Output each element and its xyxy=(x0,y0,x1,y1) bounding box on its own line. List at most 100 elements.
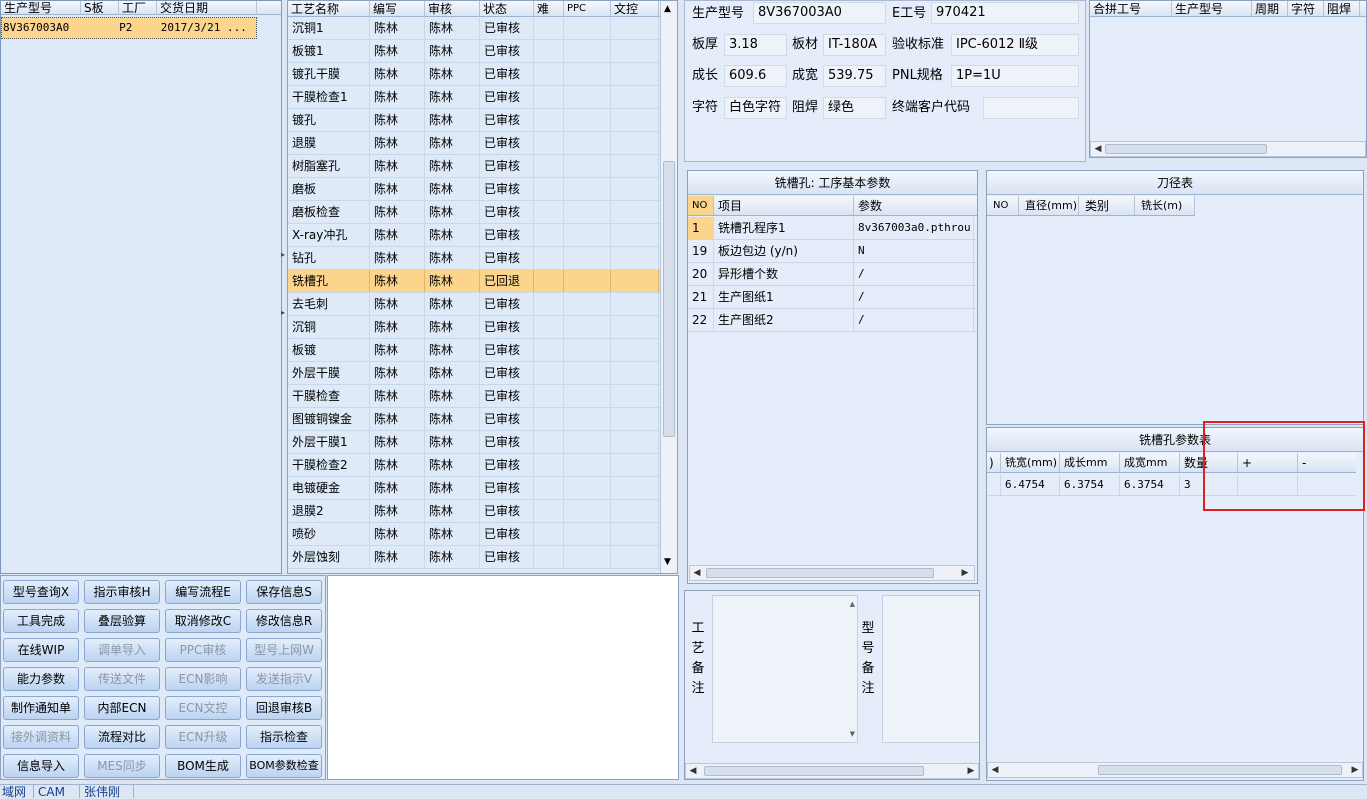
col-header-status[interactable]: 状态 xyxy=(480,1,534,17)
merge-table-hscroll[interactable]: ◀ xyxy=(1090,141,1366,157)
action-button[interactable]: 能力参数 xyxy=(3,667,79,691)
col-header-model[interactable]: 生产型号 xyxy=(1172,1,1252,17)
col-header-type[interactable]: 类别 xyxy=(1079,196,1135,215)
process-row[interactable]: 电镀硬金 陈林 陈林 已审核 xyxy=(288,477,660,500)
action-button[interactable]: ECN文控 xyxy=(165,696,241,720)
action-button[interactable]: 接外调资料 xyxy=(3,725,79,749)
param-row[interactable]: 20 异形槽个数 / xyxy=(688,263,977,286)
action-button[interactable]: 调单导入 xyxy=(84,638,160,662)
col-header-length[interactable]: 成长mm xyxy=(1060,453,1120,472)
process-row[interactable]: 铣槽孔 陈林 陈林 已回退 xyxy=(288,270,660,293)
col-header-no[interactable]: NO xyxy=(688,196,714,215)
col-header-difficulty[interactable]: 难 xyxy=(534,1,564,17)
process-row[interactable]: 喷砂 陈林 陈林 已审核 xyxy=(288,523,660,546)
scroll-left-icon[interactable]: ◀ xyxy=(990,765,1000,775)
action-button[interactable]: 发送指示V xyxy=(246,667,322,691)
col-header-doc-control[interactable]: 文控 xyxy=(611,1,659,17)
action-button[interactable]: 保存信息S xyxy=(246,580,322,604)
splitter-arrow-icon[interactable]: ▸ xyxy=(281,308,285,317)
e-number-value[interactable]: 970421 xyxy=(931,2,1079,24)
action-button[interactable]: 指示检查 xyxy=(246,725,322,749)
process-row[interactable]: 干膜检查1 陈林 陈林 已审核 xyxy=(288,86,660,109)
process-row[interactable]: 图镀铜镍金 陈林 陈林 已审核 xyxy=(288,408,660,431)
character-value[interactable]: 白色字符 xyxy=(724,97,787,119)
action-button[interactable]: MES同步 xyxy=(84,754,160,778)
col-header-model[interactable]: 生产型号 xyxy=(1,1,81,15)
process-row[interactable]: 沉铜1 陈林 陈林 已审核 xyxy=(288,17,660,40)
action-button[interactable]: BOM参数检查 xyxy=(246,754,322,778)
customer-code-value[interactable] xyxy=(983,97,1079,119)
param-row[interactable]: 21 生产图纸1/ xyxy=(688,286,977,309)
action-button[interactable]: 内部ECN xyxy=(84,696,160,720)
action-button[interactable]: 传送文件 xyxy=(84,667,160,691)
col-header-width[interactable]: 成宽mm xyxy=(1120,453,1180,472)
slot-params-hscroll[interactable]: ◀ ▶ xyxy=(987,762,1363,778)
col-header-ppc[interactable]: PPC xyxy=(564,1,611,17)
process-row[interactable]: X-ray冲孔 陈林 陈林 已审核 xyxy=(288,224,660,247)
process-row[interactable]: 干膜检查2 陈林 陈林 已审核 xyxy=(288,454,660,477)
action-button[interactable]: 叠层验算 xyxy=(84,609,160,633)
col-header-truncated[interactable]: ) xyxy=(987,453,1001,472)
process-row[interactable]: 外层蚀刻 陈林 陈林 已审核 xyxy=(288,546,660,569)
process-row[interactable]: 外层干膜1 陈林 陈林 已审核 xyxy=(288,431,660,454)
col-header-cycle[interactable]: 周期 xyxy=(1252,1,1288,17)
process-row[interactable]: 外层干膜 陈林 陈林 已审核 xyxy=(288,362,660,385)
col-header-factory[interactable]: 工厂 xyxy=(119,1,157,15)
action-button[interactable]: 制作通知单 xyxy=(3,696,79,720)
process-row[interactable]: 树脂塞孔 陈林 陈林 已审核 xyxy=(288,155,660,178)
process-row[interactable]: 干膜检查 陈林 陈林 已审核 xyxy=(288,385,660,408)
scroll-left-icon[interactable]: ◀ xyxy=(688,766,698,776)
col-header-writer[interactable]: 编写 xyxy=(370,1,425,17)
process-remark-textarea[interactable]: ▲ ▼ xyxy=(712,595,858,743)
params-hscroll[interactable]: ◀ ▶ xyxy=(689,565,975,581)
width-value[interactable]: 539.75 xyxy=(823,65,886,87)
param-row[interactable]: 19 板边包边 (y/n) N xyxy=(688,240,977,263)
remarks-hscroll[interactable]: ◀ ▶ xyxy=(685,763,979,779)
param-row[interactable]: 22 生产图纸2/ xyxy=(688,309,977,332)
col-header-merge-no[interactable]: 合拼工号 xyxy=(1090,1,1172,17)
action-button[interactable]: PPC审核 xyxy=(165,638,241,662)
col-header-param[interactable]: 参数 xyxy=(854,196,974,215)
process-row[interactable]: 去毛刺 陈林 陈林 已审核 xyxy=(288,293,660,316)
length-value[interactable]: 609.6 xyxy=(724,65,787,87)
action-button[interactable]: 流程对比 xyxy=(84,725,160,749)
action-button[interactable]: 修改信息R xyxy=(246,609,322,633)
textarea-scroll-down-icon[interactable]: ▼ xyxy=(850,730,855,738)
process-row[interactable]: 钻孔 陈林 陈林 已审核 xyxy=(288,247,660,270)
process-row[interactable]: 镀孔干膜 陈林 陈林 已审核 xyxy=(288,63,660,86)
param-row[interactable]: 1 铣槽孔程序1 8v367003a0.pthrou xyxy=(688,217,977,240)
process-row[interactable]: 镀孔 陈林 陈林 已审核 xyxy=(288,109,660,132)
scroll-left-icon[interactable]: ◀ xyxy=(1093,144,1103,154)
splitter-arrow-icon[interactable]: ▸ xyxy=(281,250,285,259)
col-header-delivery-date[interactable]: 交货日期 xyxy=(157,1,257,15)
process-row[interactable]: 磨板 陈林 陈林 已审核 xyxy=(288,178,660,201)
pnl-value[interactable]: 1P=1U xyxy=(951,65,1079,87)
process-row[interactable]: 退膜2 陈林 陈林 已审核 xyxy=(288,500,660,523)
col-header-mask[interactable]: 阻焊 xyxy=(1324,1,1360,17)
scroll-thumb[interactable] xyxy=(663,161,675,437)
process-row[interactable]: 退膜 陈林 陈林 已审核 xyxy=(288,132,660,155)
col-header-no[interactable]: NO xyxy=(987,196,1019,215)
scroll-thumb[interactable] xyxy=(704,766,924,776)
col-header-character[interactable]: 字符 xyxy=(1288,1,1324,17)
action-button[interactable]: 型号查询X xyxy=(3,580,79,604)
action-button[interactable]: 信息导入 xyxy=(3,754,79,778)
scroll-right-icon[interactable]: ▶ xyxy=(1350,765,1360,775)
action-button[interactable]: 取消修改C xyxy=(165,609,241,633)
scroll-thumb[interactable] xyxy=(706,568,934,578)
process-row[interactable]: 磨板检查 陈林 陈林 已审核 xyxy=(288,201,660,224)
process-row[interactable]: 沉铜 陈林 陈林 已审核 xyxy=(288,316,660,339)
scroll-down-icon[interactable]: ▼ xyxy=(664,557,671,567)
action-button[interactable]: ECN影响 xyxy=(165,667,241,691)
action-button[interactable]: 编写流程E xyxy=(165,580,241,604)
process-grid-vscroll[interactable]: ▲ ▼ xyxy=(660,1,677,573)
standard-value[interactable]: IPC-6012 Ⅱ级 xyxy=(951,34,1079,56)
col-header-mill-length[interactable]: 铣长(m) xyxy=(1135,196,1195,215)
col-header-diameter[interactable]: 直径(mm) xyxy=(1019,196,1079,215)
action-button[interactable]: 工具完成 xyxy=(3,609,79,633)
material-value[interactable]: IT-180A xyxy=(823,34,886,56)
scroll-right-icon[interactable]: ▶ xyxy=(960,568,970,578)
model-remark-textarea[interactable] xyxy=(882,595,979,743)
scroll-right-icon[interactable]: ▶ xyxy=(966,766,976,776)
solder-mask-value[interactable]: 绿色 xyxy=(823,97,886,119)
